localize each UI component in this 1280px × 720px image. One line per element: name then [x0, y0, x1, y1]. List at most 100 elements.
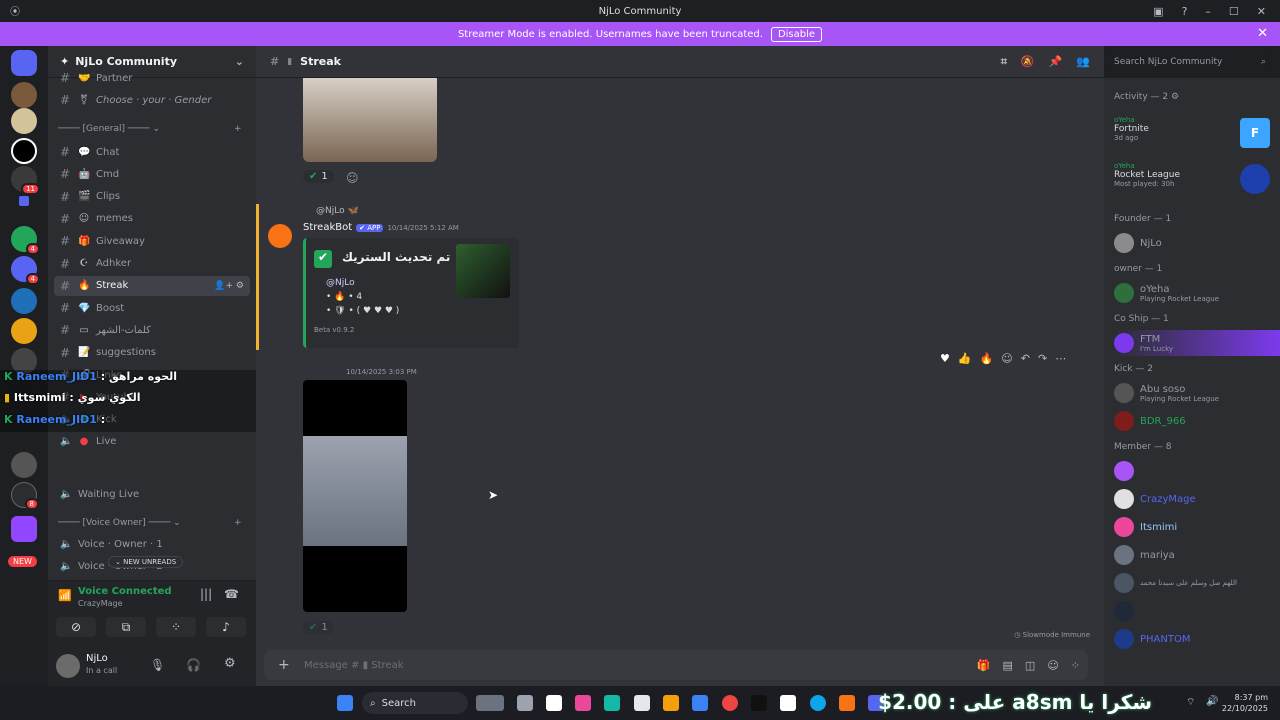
volume-icon[interactable]: 🔊 [1206, 696, 1218, 707]
activity-card[interactable]: oYeha Fortnite 3d ago F [1114, 116, 1274, 156]
server-icon[interactable]: 8 [11, 482, 39, 510]
embed-user[interactable]: @NjLo [326, 278, 355, 288]
member-row[interactable]: PHANTOM [1114, 626, 1280, 652]
member-list-icon[interactable]: 👥 [1076, 55, 1090, 69]
file-explorer-icon[interactable] [663, 695, 679, 711]
channel-clips[interactable]: # 🎬 Clips [54, 187, 250, 207]
server-icon[interactable] [11, 108, 37, 134]
folder-icon[interactable] [19, 196, 29, 206]
member-row[interactable]: اللهم صل وسلم على سيدنا محمد [1114, 570, 1280, 596]
chrome-icon[interactable] [722, 695, 738, 711]
app-icon[interactable] [780, 695, 796, 711]
member-row[interactable] [1114, 458, 1280, 484]
category-general[interactable]: ──── [General] ──── ⌄ + [58, 124, 242, 134]
app-icon[interactable] [546, 695, 562, 711]
member-row[interactable]: Abu soso Playing Rocket League [1114, 380, 1280, 406]
disable-button[interactable]: Disable [770, 26, 823, 42]
inbox-icon[interactable]: ▣ [1153, 5, 1163, 18]
camera-button[interactable]: ⊘ [56, 617, 96, 637]
soundboard-button[interactable]: ♪ [206, 617, 246, 637]
app-icon[interactable] [692, 695, 708, 711]
avatar[interactable] [56, 654, 80, 678]
channel-memes[interactable]: # ☺ memes [54, 209, 250, 229]
edge-icon[interactable] [810, 695, 826, 711]
screen-share-button[interactable]: ⧉ [106, 617, 146, 637]
twitch-server-icon[interactable] [11, 516, 37, 542]
channel-chat[interactable]: # 💬 Chat [54, 142, 250, 162]
gift-icon[interactable]: 🎁 [977, 659, 991, 672]
server-icon[interactable]: 4 [11, 256, 40, 285]
member-row[interactable]: FTM I'm Lucky [1114, 330, 1280, 356]
minimize-button[interactable]: – [1205, 5, 1211, 18]
add-channel-icon[interactable]: + [234, 518, 242, 528]
more-icon[interactable]: ⋯ [1055, 352, 1066, 365]
heart-reaction-icon[interactable]: ♥ [940, 352, 950, 365]
message-image[interactable] [303, 380, 407, 612]
channel-gender[interactable]: # ⚧ Choose · your · Gender [54, 90, 250, 110]
app-icon[interactable] [634, 695, 650, 711]
voice-channel[interactable]: 🔈 Voice · Owner · 1 [54, 534, 250, 554]
headphones-icon[interactable]: 🎧 [186, 658, 201, 672]
forward-icon[interactable]: ↷ [1038, 352, 1047, 365]
clock[interactable]: 8:37 pm 22/10/2025 [1222, 692, 1268, 714]
member-row[interactable]: oYeha Playing Rocket League [1114, 280, 1280, 306]
reply-reference[interactable]: @NjLo 🦋 [316, 206, 359, 216]
bot-name[interactable]: StreakBot [303, 222, 352, 233]
widgets-icon[interactable] [476, 695, 504, 711]
help-icon[interactable]: ? [1182, 5, 1188, 18]
embed-thumbnail[interactable] [456, 244, 510, 298]
maximize-button[interactable]: ☐ [1229, 5, 1239, 18]
taskbar-search[interactable]: ⌕ Search [362, 692, 468, 714]
channel-giveaway[interactable]: # 🎁 Giveaway [54, 231, 250, 251]
reaction[interactable]: ✔ 1 [303, 621, 334, 634]
plus-icon[interactable]: + [278, 657, 290, 673]
fire-icon[interactable]: 🔥 [980, 352, 994, 365]
add-channel-icon[interactable]: + [234, 124, 242, 134]
server-icon[interactable] [11, 288, 37, 314]
channel-boost[interactable]: # 💎 Boost [54, 298, 250, 318]
pin-icon[interactable]: 📌 [1049, 55, 1063, 69]
microphone-icon[interactable]: 🎙 [150, 658, 165, 672]
noise-suppression-icon[interactable]: ||| [200, 587, 212, 601]
server-icon[interactable]: 4 [11, 226, 40, 255]
wifi-icon[interactable]: ⌔ [1186, 696, 1195, 709]
member-row[interactable]: mariya [1114, 542, 1280, 568]
server-icon[interactable] [11, 82, 37, 108]
disconnect-icon[interactable]: ☎ [224, 587, 239, 601]
discord-home-icon[interactable] [11, 50, 37, 76]
app-icon[interactable] [604, 695, 620, 711]
windows-start-icon[interactable] [337, 695, 353, 711]
channel-suggestions[interactable]: # 📝 suggestions [54, 343, 250, 363]
thumbs-up-icon[interactable]: 👍 [958, 352, 972, 365]
sticker-icon[interactable]: ◫ [1025, 659, 1035, 672]
message-image[interactable] [303, 78, 437, 162]
threads-icon[interactable]: ⌗ [1001, 55, 1007, 69]
app-icon[interactable] [751, 695, 767, 711]
member-row[interactable]: Itsmimi [1114, 514, 1280, 540]
channel-partner[interactable]: # 🤝 Partner [54, 72, 250, 84]
add-reaction-icon[interactable]: ☺ [1001, 352, 1012, 365]
apps-icon[interactable]: ⁘ [1071, 659, 1080, 672]
server-icon[interactable] [11, 318, 37, 344]
add-reaction-icon[interactable]: ☺ [346, 171, 359, 185]
activities-button[interactable]: ⁘ [156, 617, 196, 637]
channel-cmd[interactable]: # 🤖 Cmd [54, 164, 250, 184]
emoji-icon[interactable]: ☺ [1047, 659, 1058, 672]
server-icon[interactable]: 11 [11, 166, 40, 195]
member-row[interactable]: BDR_966 [1114, 408, 1280, 434]
member-row[interactable]: NjLo [1114, 230, 1280, 256]
category-voice-owner[interactable]: ──── [Voice Owner] ──── ⌄ + [58, 518, 242, 528]
member-row[interactable]: CrazyMage [1114, 486, 1280, 512]
server-icon[interactable] [11, 452, 37, 478]
app-icon[interactable] [575, 695, 591, 711]
member-row[interactable] [1114, 598, 1280, 624]
channel-waiting-live[interactable]: 🔈 Waiting Live [54, 484, 250, 504]
search-input[interactable]: Search NjLo Community ⌕ [1108, 52, 1272, 72]
new-badge[interactable]: NEW [8, 556, 37, 567]
message-input[interactable]: + Message # ▮ Streak 🎁 ▤ ◫ ☺ ⁘ [264, 650, 1088, 680]
task-view-icon[interactable] [517, 695, 533, 711]
njlo-server-icon[interactable] [11, 138, 37, 164]
gear-icon[interactable]: ⚙ [224, 656, 236, 671]
activity-card[interactable]: oYeha Rocket League Most played: 30h [1114, 162, 1274, 202]
close-icon[interactable]: ✕ [1257, 26, 1268, 41]
